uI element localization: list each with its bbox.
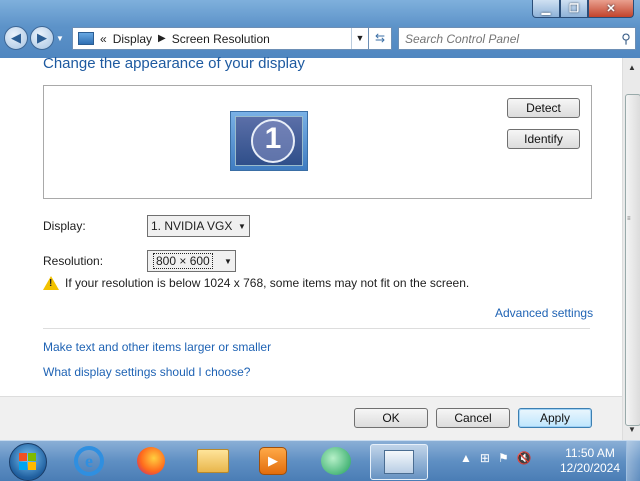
resolution-select-value: 800 × 600: [153, 253, 213, 269]
start-button[interactable]: [9, 443, 47, 481]
volume-muted-icon[interactable]: 🔇: [517, 451, 532, 465]
media-player-icon: ▶: [259, 447, 287, 475]
system-tray: ▲ ⊞ ⚑ 🔇: [460, 451, 532, 465]
vertical-scrollbar[interactable]: ▲ ≡ ▼: [622, 58, 640, 440]
warning-icon: !: [43, 276, 59, 290]
advanced-settings-link[interactable]: Advanced settings: [495, 306, 593, 320]
monitor-preview-panel: 1 Detect Identify: [43, 85, 592, 199]
identify-button[interactable]: Identify: [507, 129, 580, 149]
monitor-screen: 1: [235, 116, 303, 166]
display-label: Display:: [43, 219, 86, 233]
file-explorer-icon: [197, 449, 229, 473]
taskbar-display-settings[interactable]: [370, 444, 428, 480]
minimize-button[interactable]: ▁: [532, 0, 560, 18]
apply-button[interactable]: Apply: [518, 408, 592, 428]
resolution-label: Resolution:: [43, 254, 104, 268]
chat-icon: [321, 447, 351, 475]
ok-button[interactable]: OK: [354, 408, 428, 428]
maximize-icon: ❐: [569, 3, 579, 15]
show-desktop-button[interactable]: [626, 441, 640, 481]
dialog-button-bar: OK Cancel Apply: [0, 396, 622, 441]
forward-arrow-icon: ▶: [37, 30, 47, 45]
taskbar-chat[interactable]: [315, 444, 357, 478]
taskbar-file-explorer[interactable]: [192, 444, 234, 478]
clock[interactable]: 11:50 AM 12/20/2024: [558, 446, 622, 476]
close-icon: ✕: [606, 3, 616, 15]
monitor-1-icon[interactable]: 1: [230, 111, 308, 171]
breadcrumb-display[interactable]: Display: [113, 32, 152, 46]
search-box[interactable]: ⚲: [398, 27, 636, 50]
window-titlebar: ▁ ❐ ✕ ◀ ▶ ▼ « Display ▶ Screen Resolutio…: [0, 0, 640, 58]
resolution-select[interactable]: 800 × 600 ▼: [147, 250, 236, 272]
back-button[interactable]: ◀: [4, 26, 28, 50]
divider: [43, 328, 590, 329]
taskbar-firefox[interactable]: [130, 444, 172, 478]
action-center-flag-icon[interactable]: ⚑: [498, 451, 509, 465]
scrollbar-grip-icon: ≡: [627, 216, 631, 222]
minimize-icon: ▁: [541, 3, 551, 15]
breadcrumb-separator-icon[interactable]: ▶: [158, 33, 166, 44]
content-area: Change the appearance of your display 1 …: [0, 55, 622, 441]
breadcrumb-screen-resolution[interactable]: Screen Resolution: [172, 32, 270, 46]
network-icon[interactable]: ⊞: [480, 451, 490, 465]
scrollbar-thumb[interactable]: [625, 94, 640, 426]
resolution-warning: ! If your resolution is below 1024 x 768…: [43, 276, 469, 290]
windows-logo-icon: [19, 453, 37, 471]
display-settings-help-link[interactable]: What display settings should I choose?: [43, 365, 250, 379]
chevron-down-icon: ▼: [224, 256, 232, 266]
display-select-value: 1. NVIDIA VGX: [151, 219, 233, 233]
recent-pages-dropdown[interactable]: ▼: [56, 34, 64, 43]
address-bar[interactable]: « Display ▶ Screen Resolution ▼ ⇆: [72, 27, 392, 50]
taskbar-media-player[interactable]: ▶: [252, 444, 294, 478]
warning-text: If your resolution is below 1024 x 768, …: [65, 276, 470, 290]
internet-explorer-icon: e: [74, 446, 104, 476]
detect-button[interactable]: Detect: [507, 98, 580, 118]
clock-time: 11:50 AM: [565, 446, 615, 460]
address-dropdown-icon[interactable]: ▼: [351, 28, 368, 49]
close-button[interactable]: ✕: [588, 0, 634, 18]
taskbar-internet-explorer[interactable]: e: [68, 444, 110, 478]
display-settings-icon: [384, 450, 414, 474]
show-hidden-icons-icon[interactable]: ▲: [460, 451, 472, 465]
refresh-icon: ⇆: [374, 31, 386, 45]
scroll-down-icon[interactable]: ▼: [625, 422, 639, 438]
monitor-number-badge: 1: [251, 119, 295, 163]
back-arrow-icon: ◀: [11, 30, 21, 45]
monitor-number: 1: [264, 122, 282, 155]
search-input[interactable]: [399, 28, 617, 49]
clock-date: 12/20/2024: [559, 461, 621, 475]
forward-button[interactable]: ▶: [30, 26, 54, 50]
display-select[interactable]: 1. NVIDIA VGX ▼: [147, 215, 250, 237]
control-panel-icon: [78, 32, 94, 45]
refresh-button[interactable]: ⇆: [368, 28, 391, 49]
firefox-icon: [137, 447, 165, 475]
taskbar: e ▶ ▲ ⊞ ⚑ 🔇 11:50 AM 12/20/2024: [0, 440, 640, 481]
cancel-button[interactable]: Cancel: [436, 408, 510, 428]
scroll-up-icon[interactable]: ▲: [625, 60, 639, 76]
chevron-down-icon: ▼: [238, 221, 246, 231]
window-controls: ▁ ❐ ✕: [532, 0, 634, 18]
breadcrumb-overflow[interactable]: «: [100, 32, 107, 46]
page-title: Change the appearance of your display: [43, 55, 305, 72]
maximize-button[interactable]: ❐: [560, 0, 588, 18]
text-size-link[interactable]: Make text and other items larger or smal…: [43, 340, 271, 354]
search-icon[interactable]: ⚲: [617, 31, 635, 47]
